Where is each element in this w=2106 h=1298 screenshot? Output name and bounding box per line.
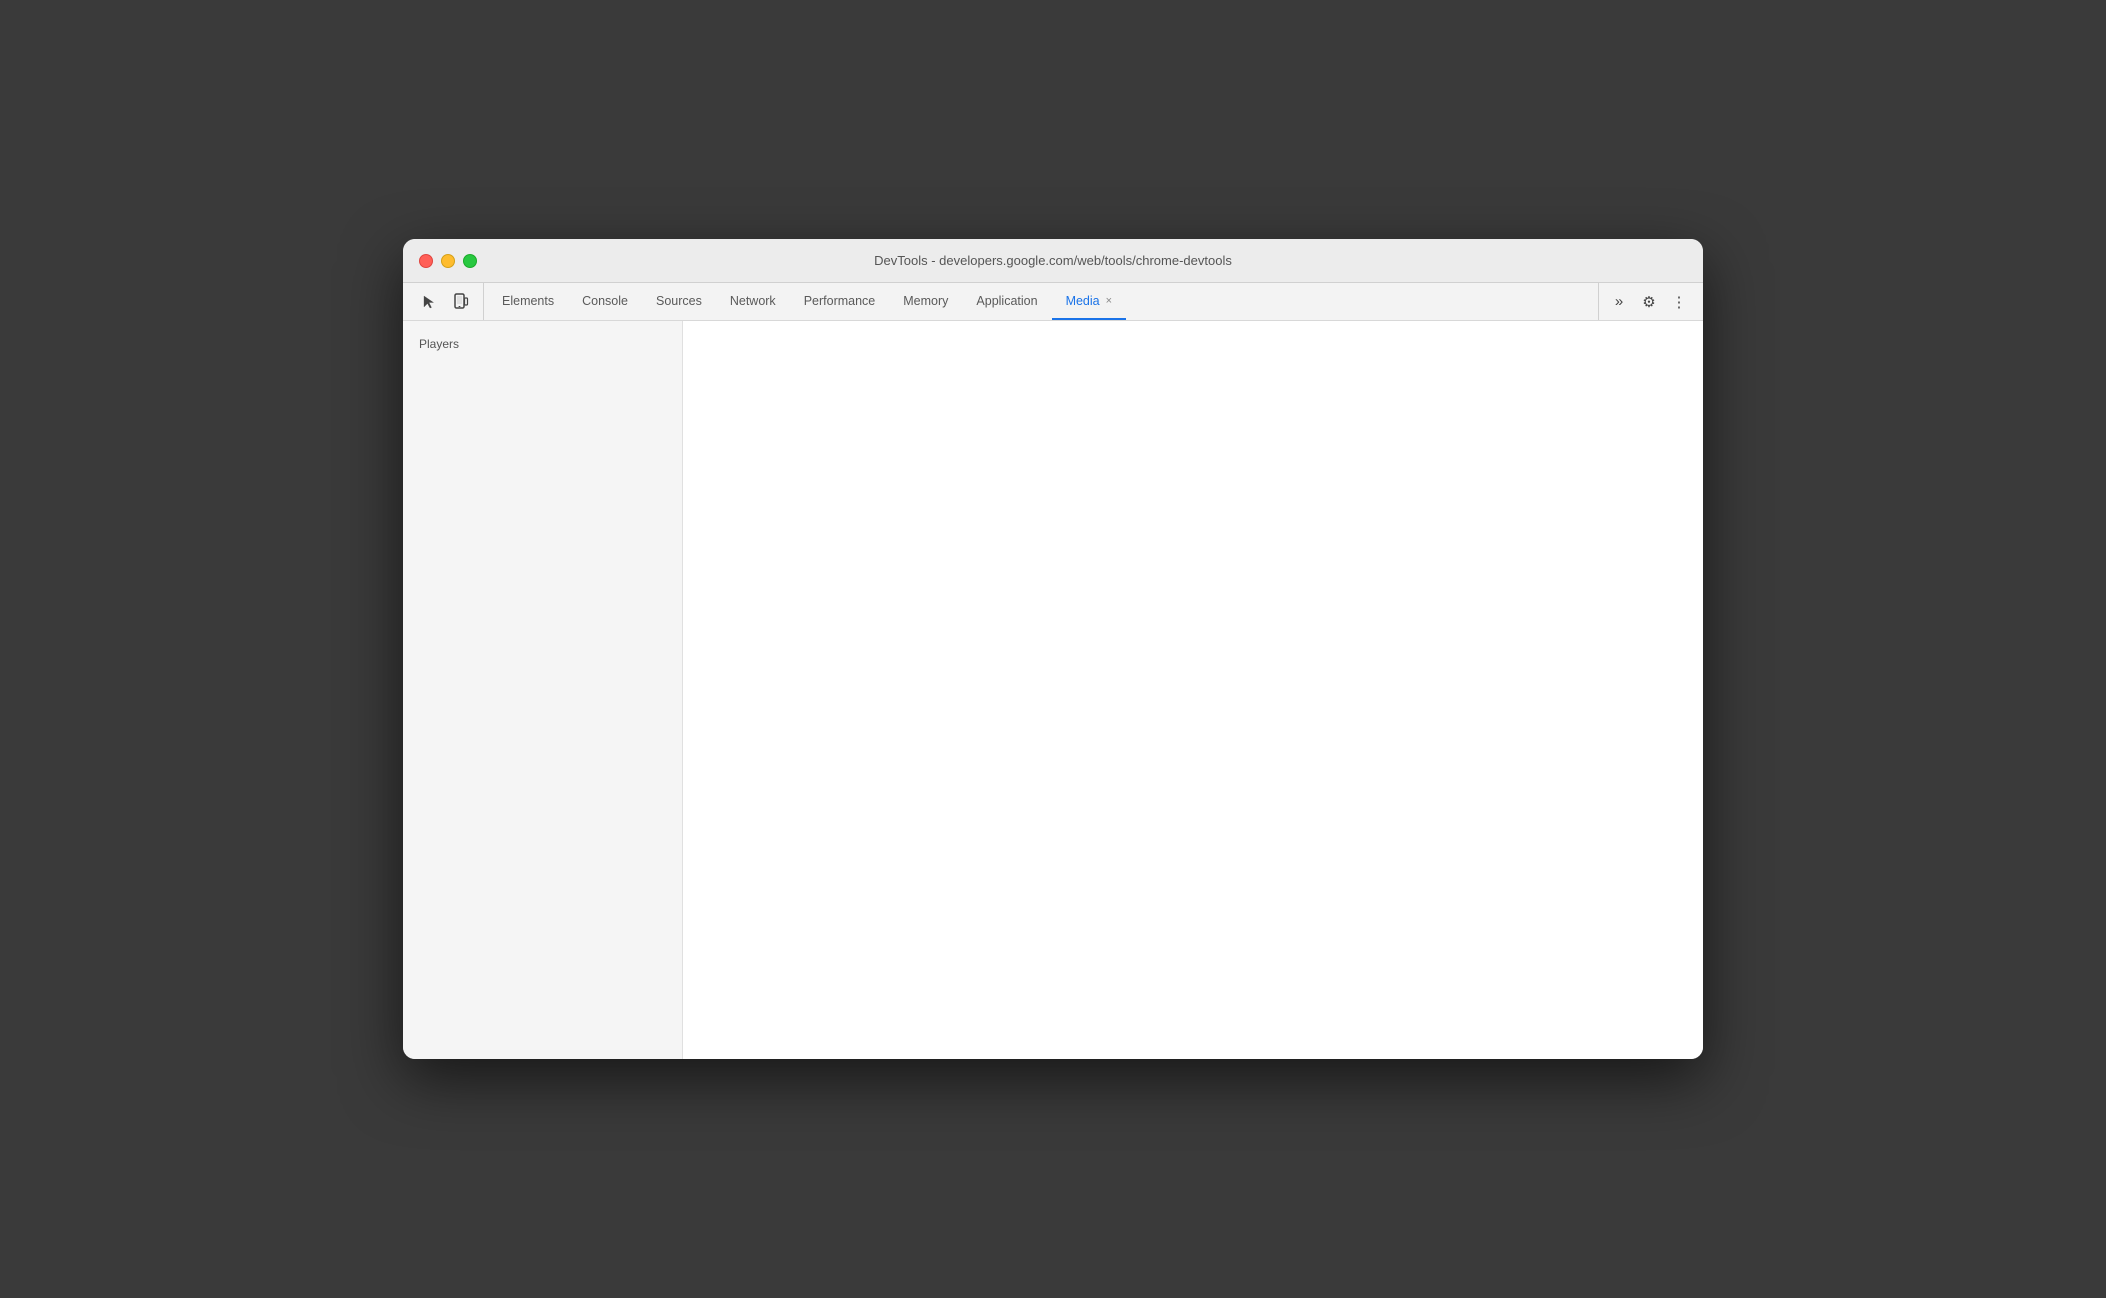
gear-icon: ⚙ xyxy=(1642,293,1655,311)
close-button[interactable] xyxy=(419,254,433,268)
more-options-button[interactable]: ⋮ xyxy=(1665,288,1693,316)
tab-list: Elements Console Sources Network Perform… xyxy=(488,283,1598,320)
tab-memory[interactable]: Memory xyxy=(889,283,962,320)
cursor-tool-button[interactable] xyxy=(415,288,443,316)
devtools-window: DevTools - developers.google.com/web/too… xyxy=(403,239,1703,1059)
sidebar: Players xyxy=(403,321,683,1059)
tab-elements[interactable]: Elements xyxy=(488,283,568,320)
chevron-right-icon: » xyxy=(1615,293,1623,310)
cursor-icon xyxy=(421,294,437,310)
tab-network[interactable]: Network xyxy=(716,283,790,320)
toolbar: Elements Console Sources Network Perform… xyxy=(403,283,1703,321)
more-tabs-button[interactable]: » xyxy=(1605,288,1633,316)
main-panel xyxy=(683,321,1703,1059)
tab-console[interactable]: Console xyxy=(568,283,642,320)
tab-performance[interactable]: Performance xyxy=(790,283,890,320)
device-toggle-button[interactable] xyxy=(447,288,475,316)
tab-media[interactable]: Media × xyxy=(1052,283,1126,320)
tab-media-close[interactable]: × xyxy=(1106,295,1112,307)
content-area: Players xyxy=(403,321,1703,1059)
titlebar: DevTools - developers.google.com/web/too… xyxy=(403,239,1703,283)
traffic-lights xyxy=(419,254,477,268)
ellipsis-icon: ⋮ xyxy=(1672,293,1687,311)
maximize-button[interactable] xyxy=(463,254,477,268)
toolbar-icons xyxy=(407,283,484,320)
tab-sources[interactable]: Sources xyxy=(642,283,716,320)
tab-application[interactable]: Application xyxy=(962,283,1051,320)
window-title: DevTools - developers.google.com/web/too… xyxy=(874,253,1232,268)
device-icon xyxy=(453,293,469,311)
toolbar-actions: » ⚙ ⋮ xyxy=(1598,283,1699,320)
sidebar-players-label: Players xyxy=(403,329,682,359)
settings-button[interactable]: ⚙ xyxy=(1635,288,1663,316)
minimize-button[interactable] xyxy=(441,254,455,268)
